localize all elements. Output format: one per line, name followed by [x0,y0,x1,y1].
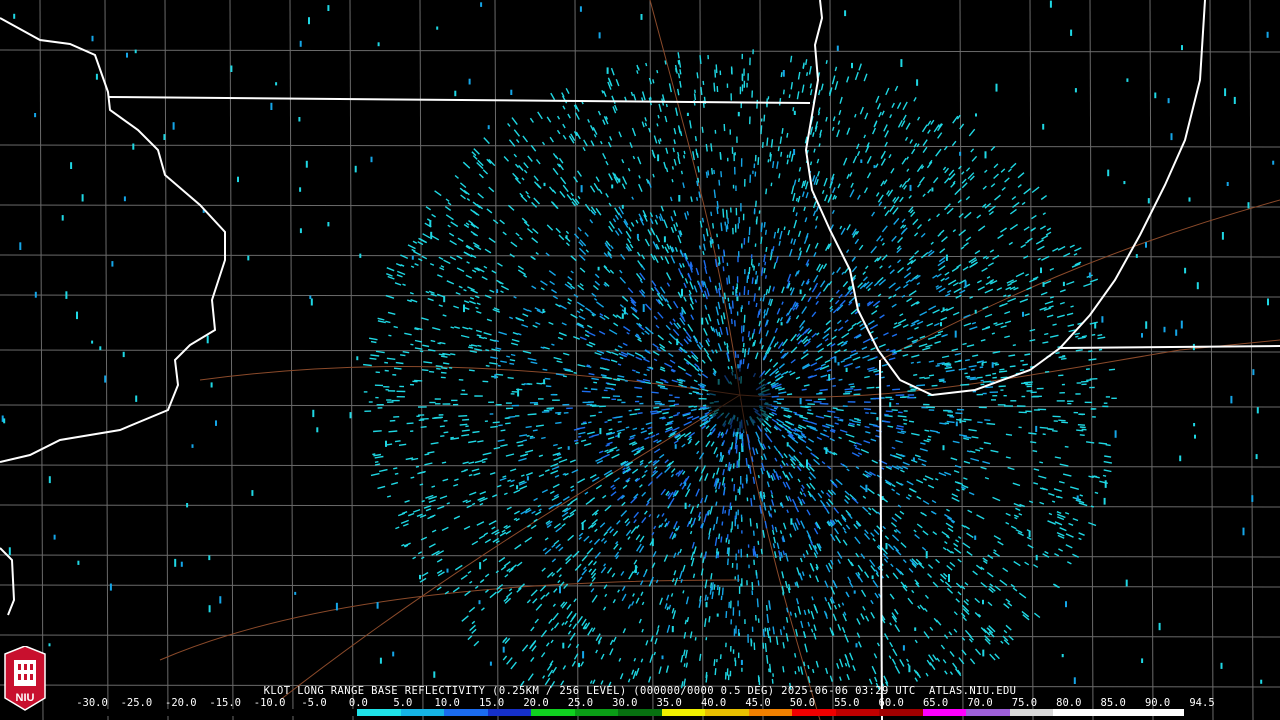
mississippi-river-border [0,17,226,463]
colorbar-label: 25.0 [567,697,594,709]
colorbar-segment [574,709,619,716]
colorbar-label: -15.0 [209,697,241,709]
colorbar-segment [1096,709,1141,716]
state-borders [0,0,1280,720]
colorbar-label: -30.0 [76,697,108,709]
niu-logo: NIU [4,645,46,716]
county-lines [0,0,1280,720]
colorbar-segment [705,709,749,716]
county-line [164,0,169,720]
county-line [0,404,1280,408]
county-line [419,0,424,720]
colorbar-label: 40.0 [700,697,727,709]
colorbar-label: 85.0 [1100,697,1126,709]
illinois-indiana-border [879,359,883,720]
colorbar-label: -25.0 [120,697,153,709]
county-line [0,584,1280,588]
colorbar-segment [748,709,793,716]
colorbar-label: 5.0 [393,697,413,709]
colorbar-label: -10.0 [253,697,286,709]
colorbar-segment [661,709,706,716]
highway-line [879,199,1280,361]
county-line [0,204,1280,208]
county-line [0,294,1280,298]
county-line [1149,0,1154,720]
colorbar-segment [270,709,314,716]
colorbar-label: 70.0 [967,697,993,709]
county-line [0,144,1280,148]
colorbar-segment [1140,709,1184,716]
county-line [0,634,1280,638]
county-line [0,464,1280,468]
colorbar-segment [922,709,967,716]
county-line [759,0,764,720]
colorbar-label: 55.0 [834,697,860,709]
county-line [1249,0,1254,720]
colorbar-label: 60.0 [878,697,904,709]
county-line [649,0,654,720]
colorbar-label: -20.0 [164,697,197,709]
colorbar-segment [400,709,445,716]
colorbar-label: 94.5 [1189,697,1215,709]
county-line [289,0,294,720]
colorbar-label: 30.0 [612,697,638,709]
colorbar-segment [96,709,140,716]
county-line [0,554,1280,558]
colorbar-segment [357,709,401,716]
county-line [1029,0,1034,720]
county-line [0,349,1280,353]
colorbar-label: -5.0 [301,697,327,709]
county-line [0,504,1280,508]
southwest-border-fragment [0,547,16,616]
highway-lines [159,0,1280,720]
radar-map[interactable] [0,0,1280,720]
county-line [104,0,109,720]
colorbar-label: 35.0 [656,697,682,709]
product-caption: KLOT LONG RANGE BASE REFLECTIVITY (0.25K… [263,685,1017,697]
colorbar-label: 50.0 [789,697,816,709]
colorbar-label: 75.0 [1011,697,1038,709]
colorbar-segment [313,709,358,716]
county-line [349,0,354,720]
colorbar-segment [1009,709,1054,716]
colorbar-label: 0.0 [348,697,368,709]
county-line [0,49,1280,53]
county-line [494,0,499,720]
colorbar-segment [879,709,923,716]
colorbar-label: 15.0 [478,697,505,709]
colorbar-segment [618,709,662,716]
colorbar-segment [487,709,532,716]
colorbar-segment [1053,709,1097,716]
colorbar-segment [966,709,1010,716]
county-line [829,0,834,720]
colorbar-segment [444,709,488,716]
highway-line [279,394,741,701]
colorbar-label: 45.0 [745,697,771,709]
colorbar-segment [226,709,271,716]
county-line [39,0,44,720]
colorbar-labels: -30.0 -25.0 -20.0 -15.0 -10.0 -5.0 0.0 5.0 10.0 1… [76,697,1214,709]
lake-michigan-west-shore [804,0,1206,397]
colorbar-segment [139,709,184,716]
colorbar-label: 90.0 [1144,697,1171,709]
colorbar-segment [183,709,227,716]
highway-line [649,0,741,396]
county-line [229,0,234,720]
colorbar-segment [792,709,836,716]
county-line [1209,0,1214,720]
colorbar [96,709,1184,716]
colorbar-segment [835,709,880,716]
colorbar-label: 80.0 [1056,697,1082,709]
colorbar-label: 65.0 [922,697,949,709]
colorbar-segment [531,709,575,716]
indiana-michigan-border [1059,345,1280,349]
colorbar-label: 10.0 [434,697,460,709]
colorbar-label: 20.0 [523,697,549,709]
